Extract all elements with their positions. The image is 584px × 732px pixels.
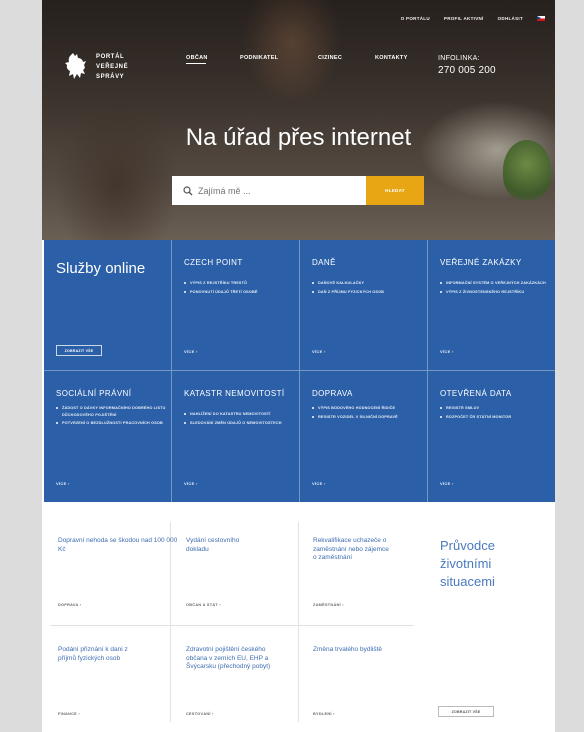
service-link[interactable]: REGISTR SMLUV bbox=[440, 405, 552, 412]
show-all-services-button[interactable]: ZOBRAZIT VŠE bbox=[56, 345, 102, 356]
service-link[interactable]: SLEDOVÁNÍ ZMĚN ÚDAJŮ O NEMOVITOSTECH bbox=[184, 420, 296, 427]
service-cell-open-data: OTEVŘENÁ DATA REGISTR SMLUV ROZPOČET ČR … bbox=[428, 371, 555, 502]
search-icon bbox=[183, 185, 193, 195]
situation-category[interactable]: OBČAN A STÁT › bbox=[186, 603, 221, 607]
logo-line: PORTÁL bbox=[96, 54, 125, 60]
more-link[interactable]: VÍCE › bbox=[312, 481, 326, 486]
service-link[interactable]: VÝPIS BODOVÉHO HODNOCENÍ ŘIDIČE bbox=[312, 405, 424, 412]
utility-link-profile[interactable]: PROFIL AKTIVNÍ bbox=[444, 16, 484, 21]
nav-item-citizen[interactable]: OBČAN bbox=[186, 55, 208, 61]
service-link-list: DAŇOVÉ KALKULAČKY DAŇ Z PŘÍJMU FYZICKÝCH… bbox=[312, 280, 424, 297]
service-link[interactable]: ŽÁDOST O DÁVKY INFORMAČNÍHO DOBRÉHO LIST… bbox=[56, 405, 168, 418]
hero: O PORTÁLU PROFIL AKTIVNÍ ODHLÁSIT PORTÁL… bbox=[42, 0, 555, 240]
portal-logo[interactable]: PORTÁL VEŘEJNÉ SPRÁVY bbox=[64, 52, 128, 82]
situation-title[interactable]: Změna trvalého bydliště bbox=[313, 646, 389, 655]
service-link[interactable]: INFORMAČNÍ SYSTÉM O VEŘEJNÝCH ZAKÁZKÁCH bbox=[440, 280, 552, 287]
situation-title[interactable]: Rekvalifikace uchazeče o zaměstnání nebo… bbox=[313, 537, 389, 563]
situation-item[interactable]: Změna trvalého bydliště bbox=[313, 646, 389, 655]
services-online-title: Služby online bbox=[56, 260, 146, 277]
situation-category[interactable]: CESTOVÁNÍ › bbox=[186, 712, 214, 716]
situation-category[interactable]: DOPRAVA › bbox=[58, 603, 81, 607]
utility-link-about[interactable]: O PORTÁLU bbox=[401, 16, 430, 21]
service-cell-transport: DOPRAVA VÝPIS BODOVÉHO HODNOCENÍ ŘIDIČE … bbox=[300, 371, 428, 502]
service-cell-title[interactable]: OTEVŘENÁ DATA bbox=[440, 389, 550, 399]
service-cell-title[interactable]: SOCIÁLNÍ PRÁVNÍ bbox=[56, 389, 166, 399]
situation-title[interactable]: Vydání cestovního dokladu bbox=[186, 537, 256, 554]
service-link-list: VÝPIS BODOVÉHO HODNOCENÍ ŘIDIČE REGISTR … bbox=[312, 405, 424, 422]
search-bar: HLEDAT bbox=[172, 176, 424, 205]
situation-category[interactable]: ZAMĚSTNÁNÍ › bbox=[313, 603, 344, 607]
service-link-list: NAHLÍŽENÍ DO KATASTRU NEMOVITOSTÍ SLEDOV… bbox=[184, 411, 296, 428]
service-link[interactable]: ROZPOČET ČR STÁTNÍ MONITOR bbox=[440, 414, 552, 421]
search-input[interactable] bbox=[198, 185, 378, 196]
language-flag-icon[interactable] bbox=[537, 16, 545, 21]
service-link[interactable]: DAŇ Z PŘÍJMU FYZICKÝCH OSOB bbox=[312, 289, 424, 296]
service-cell-title[interactable]: VEŘEJNÉ ZAKÁZKY bbox=[440, 258, 550, 268]
service-cell-taxes: DANĚ DAŇOVÉ KALKULAČKY DAŇ Z PŘÍJMU FYZI… bbox=[300, 240, 428, 371]
nav-item-business[interactable]: PODNIKATEL bbox=[240, 55, 278, 61]
service-cell-social: SOCIÁLNÍ PRÁVNÍ ŽÁDOST O DÁVKY INFORMAČN… bbox=[44, 371, 172, 502]
service-link[interactable]: REGISTR VOZIDEL V SILNIČNÍ DOPRAVĚ bbox=[312, 414, 424, 421]
situation-title[interactable]: Dopravní nehoda se škodou nad 100 000 Kč bbox=[58, 537, 184, 554]
more-link[interactable]: VÍCE › bbox=[56, 481, 70, 486]
divider bbox=[50, 625, 414, 626]
situation-category[interactable]: FINANCE › bbox=[58, 712, 80, 716]
hero-headline: Na úřad přes internet bbox=[185, 124, 412, 151]
utility-link-logout[interactable]: ODHLÁSIT bbox=[498, 16, 523, 21]
nav-item-contacts[interactable]: KONTAKTY bbox=[375, 55, 408, 61]
service-link-list: VÝPIS Z REJSTŘÍKU TRESTŮ PONOVNUTÍ ÚDAJŮ… bbox=[184, 280, 296, 297]
services-grid: Služby online ZOBRAZIT VŠE CZECH POINT V… bbox=[44, 240, 555, 502]
infoline-phone[interactable]: 270 005 200 bbox=[438, 65, 496, 76]
service-link-list: ŽÁDOST O DÁVKY INFORMAČNÍHO DOBRÉHO LIST… bbox=[56, 405, 168, 429]
service-link[interactable]: VÝPIS Z REJSTŘÍKU TRESTŮ bbox=[184, 280, 296, 287]
more-link[interactable]: VÍCE › bbox=[440, 481, 454, 486]
situation-item[interactable]: Dopravní nehoda se škodou nad 100 000 Kč bbox=[58, 537, 184, 554]
services-online-cell: Služby online ZOBRAZIT VŠE bbox=[44, 240, 172, 371]
service-cell-title[interactable]: DANĚ bbox=[312, 258, 422, 268]
more-link[interactable]: VÍCE › bbox=[312, 349, 326, 354]
lion-emblem-icon bbox=[65, 53, 86, 79]
service-cell-cadastre: KATASTR NEMOVITOSTÍ NAHLÍŽENÍ DO KATASTR… bbox=[172, 371, 300, 502]
logo-text: PORTÁL VEŘEJNÉ SPRÁVY bbox=[96, 52, 128, 82]
logo-line: VEŘEJNÉ bbox=[96, 64, 129, 70]
service-link[interactable]: PONOVNUTÍ ÚDAJŮ TŘETÍ OSOBĚ bbox=[184, 289, 296, 296]
service-link[interactable]: NAHLÍŽENÍ DO KATASTRU NEMOVITOSTÍ bbox=[184, 411, 296, 418]
service-cell-title[interactable]: CZECH POINT bbox=[184, 258, 294, 268]
service-link[interactable]: DAŇOVÉ KALKULAČKY bbox=[312, 280, 424, 287]
nav-active-indicator bbox=[186, 63, 206, 64]
service-cell-czech-point: CZECH POINT VÝPIS Z REJSTŘÍKU TRESTŮ PON… bbox=[172, 240, 300, 371]
situation-item[interactable]: Vydání cestovního dokladu bbox=[186, 537, 256, 554]
more-link[interactable]: VÍCE › bbox=[184, 481, 198, 486]
service-link-list: REGISTR SMLUV ROZPOČET ČR STÁTNÍ MONITOR bbox=[440, 405, 552, 422]
more-link[interactable]: VÍCE › bbox=[440, 349, 454, 354]
service-link-list: INFORMAČNÍ SYSTÉM O VEŘEJNÝCH ZAKÁZKÁCH … bbox=[440, 280, 552, 297]
situation-title[interactable]: Podání přiznání k dani z příjmů fyzickýc… bbox=[58, 646, 144, 663]
service-link[interactable]: VÝPIS Z ŽIVNOSTENSKÉHO REJSTŘÍKU bbox=[440, 289, 552, 296]
situation-title[interactable]: Zdravotní pojištění českého občana v zem… bbox=[186, 646, 274, 672]
divider bbox=[298, 522, 299, 722]
service-link[interactable]: POTVRZENÍ O BEZDLUŽNOSTI PRACOVNÍCH OSOB bbox=[56, 420, 168, 427]
situation-item[interactable]: Podání přiznání k dani z příjmů fyzickýc… bbox=[58, 646, 144, 663]
page: O PORTÁLU PROFIL AKTIVNÍ ODHLÁSIT PORTÁL… bbox=[42, 0, 555, 732]
show-all-situations-button[interactable]: ZOBRAZIT VŠE bbox=[438, 706, 494, 717]
infoline-label: INFOLINKA: bbox=[438, 55, 480, 62]
life-situations-guide-title[interactable]: Průvodce životními situacemi bbox=[440, 537, 540, 591]
search-button[interactable]: HLEDAT bbox=[366, 176, 424, 205]
situation-item[interactable]: Zdravotní pojištění českého občana v zem… bbox=[186, 646, 274, 672]
situation-category[interactable]: BYDLENÍ › bbox=[313, 712, 335, 716]
service-cell-public-contracts: VEŘEJNÉ ZAKÁZKY INFORMAČNÍ SYSTÉM O VEŘE… bbox=[428, 240, 555, 371]
service-cell-title[interactable]: KATASTR NEMOVITOSTÍ bbox=[184, 389, 294, 399]
situation-item[interactable]: Rekvalifikace uchazeče o zaměstnání nebo… bbox=[313, 537, 389, 563]
nav-item-foreigner[interactable]: CIZINEC bbox=[318, 55, 342, 61]
service-cell-title[interactable]: DOPRAVA bbox=[312, 389, 422, 399]
logo-line: SPRÁVY bbox=[96, 74, 125, 80]
utility-nav: O PORTÁLU PROFIL AKTIVNÍ ODHLÁSIT bbox=[401, 16, 545, 21]
more-link[interactable]: VÍCE › bbox=[184, 349, 198, 354]
